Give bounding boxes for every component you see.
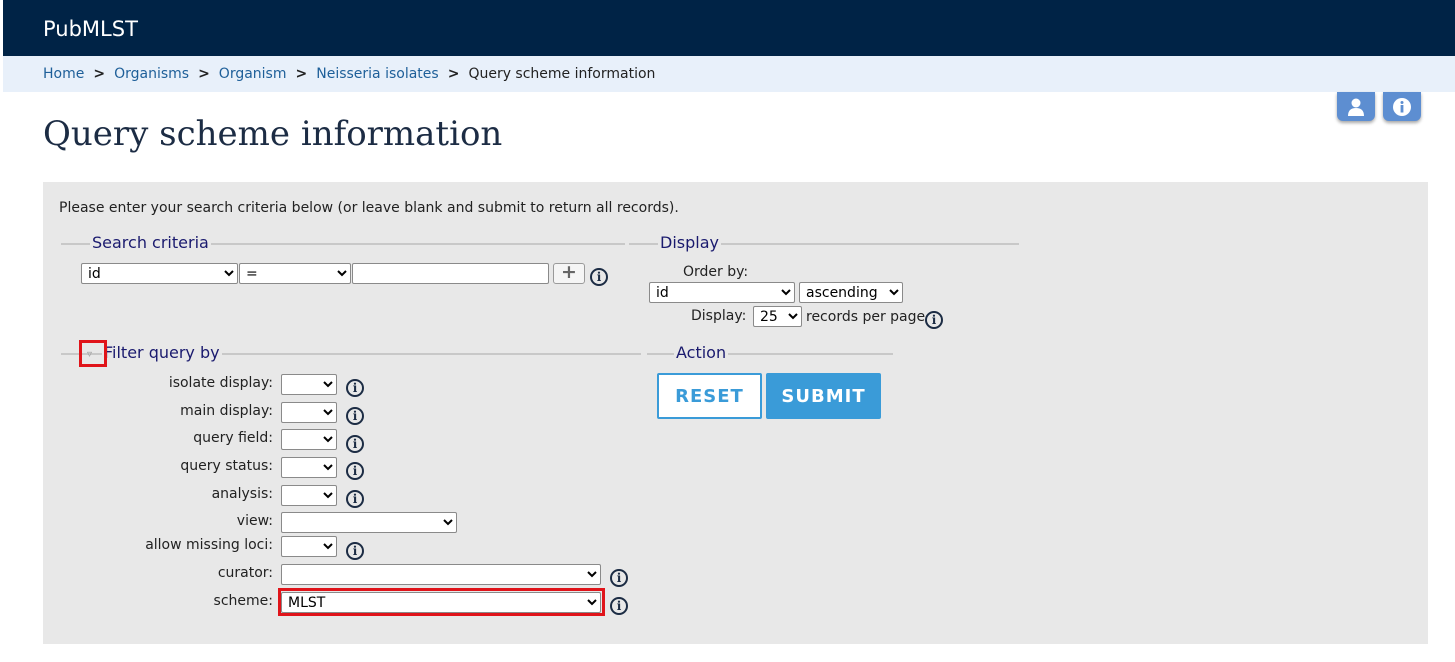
breadcrumb-organism[interactable]: Organism [219,66,287,82]
curator-select[interactable] [281,564,601,585]
order-direction-select[interactable]: ascending [799,282,903,303]
query-form-panel: Please enter your search criteria below … [43,182,1428,644]
filter-label-allow-missing-loci: allow missing loci: [145,537,273,553]
about-info-icon[interactable] [1383,92,1421,121]
info-icon[interactable]: i [346,462,364,480]
filter-label-analysis: analysis: [211,486,273,502]
per-page-select[interactable]: 25 [753,306,802,327]
isolate-display-select[interactable] [281,374,337,395]
info-icon[interactable]: i [346,490,364,508]
info-icon[interactable]: i [346,407,364,425]
view-select[interactable] [281,512,457,533]
filter-label-main-display: main display: [180,403,273,419]
breadcrumb-neisseria-isolates[interactable]: Neisseria isolates [316,66,438,82]
breadcrumb-separator: > [295,66,308,82]
filter-label-query-field: query field: [193,430,273,446]
breadcrumb-separator: > [93,66,106,82]
query-status-select[interactable] [281,457,337,478]
search-field-select[interactable]: id [81,263,238,284]
info-icon[interactable]: i [346,542,364,560]
breadcrumb-current: Query scheme information [468,66,656,82]
filter-legend: Filter query by [102,343,222,362]
order-by-label: Order by: [683,264,749,280]
order-by-select[interactable]: id [649,282,795,303]
user-icon[interactable] [1337,92,1375,121]
top-right-toolbar [1337,92,1421,121]
info-icon[interactable]: i [610,597,628,615]
analysis-select[interactable] [281,485,337,506]
per-page-label: records per page [806,309,926,325]
action-legend: Action [674,343,729,362]
highlight-box [79,340,107,367]
site-header: PubMLST [3,0,1455,56]
filter-label-scheme: scheme: [213,593,273,609]
page-title: Query scheme information [43,114,503,154]
filter-label-curator: curator: [217,565,273,581]
info-icon[interactable]: i [925,311,943,329]
breadcrumb-separator: > [198,66,210,82]
filter-label-view: view: [236,513,273,529]
breadcrumb-home[interactable]: Home [43,66,84,82]
info-icon[interactable]: i [346,379,364,397]
main-display-select[interactable] [281,402,337,423]
site-title[interactable]: PubMLST [43,17,138,41]
reset-button[interactable]: RESET [657,373,762,419]
display-legend: Display [658,233,721,252]
info-icon[interactable]: i [346,435,364,453]
breadcrumb: Home > Organisms > Organism > Neisseria isolat… [3,56,1455,92]
query-field-select[interactable] [281,429,337,450]
search-operator-select[interactable]: = [239,263,351,284]
breadcrumb-organisms[interactable]: Organisms [114,66,189,82]
filter-label-isolate-display: isolate display: [168,375,273,391]
allow-missing-loci-select[interactable] [281,536,337,557]
info-icon[interactable]: i [590,268,608,286]
highlight-box [278,588,605,616]
filter-label-query-status: query status: [180,458,273,474]
add-criteria-button[interactable]: + [553,263,585,284]
intro-text: Please enter your search criteria below … [59,200,679,216]
submit-button[interactable]: SUBMIT [766,373,881,419]
search-value-input[interactable] [352,263,549,284]
search-criteria-legend: Search criteria [90,233,211,252]
info-icon[interactable]: i [610,569,628,587]
breadcrumb-separator: > [447,66,460,82]
display-label: Display: [691,308,747,324]
